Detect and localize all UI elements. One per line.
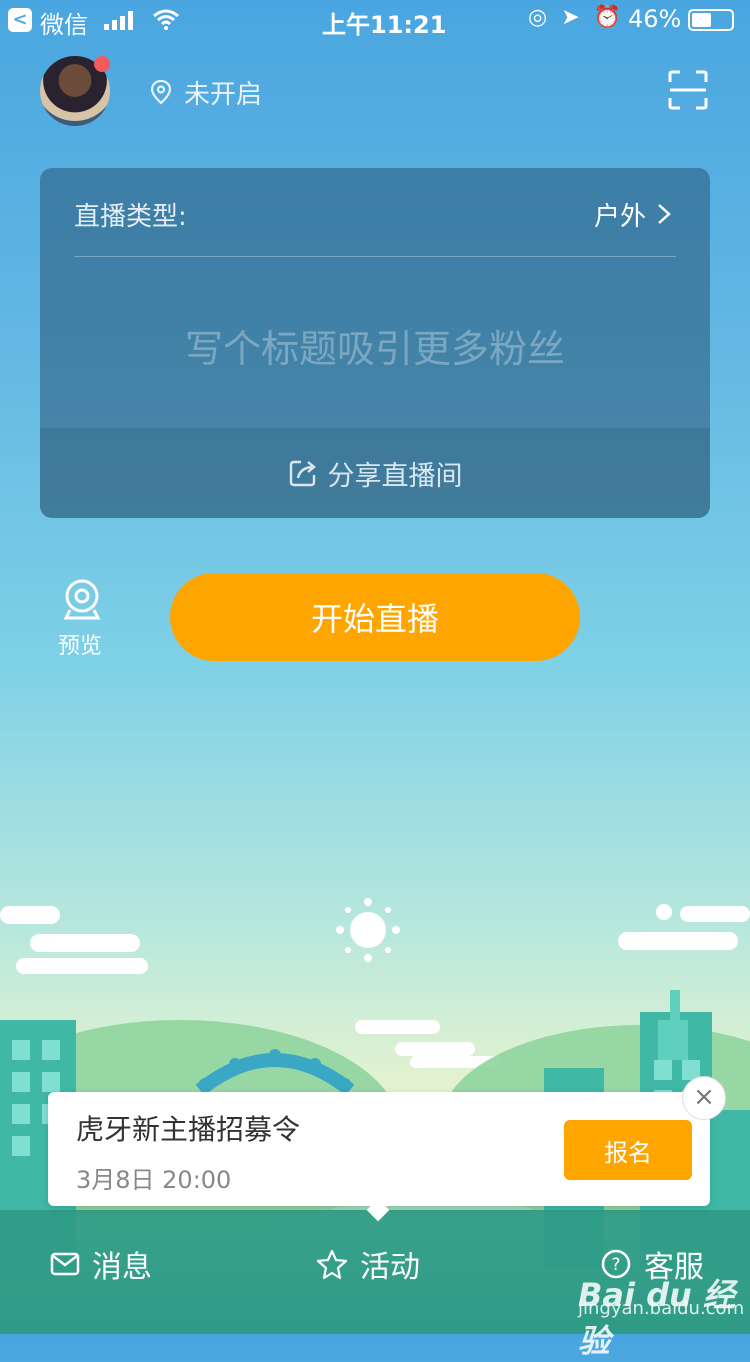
share-room-button[interactable]: 分享直播间 <box>40 428 710 518</box>
recruit-popup: 虎牙新主播招募令 3月8日 20:00 报名 <box>48 1092 710 1206</box>
share-icon <box>289 460 316 487</box>
rotation-lock-icon: ◎ <box>528 5 562 30</box>
location-arrow-icon: ➤ <box>561 5 594 30</box>
back-icon[interactable]: < <box>8 8 32 32</box>
popup-title: 虎牙新主播招募令 <box>76 1113 301 1146</box>
clock-time: 上午11:21 <box>322 11 447 39</box>
nav-activity[interactable]: 活动 <box>316 1244 420 1285</box>
nav-activity-label: 活动 <box>360 1250 420 1285</box>
mail-icon <box>50 1252 80 1276</box>
chevron-right-icon <box>658 204 671 224</box>
camera-icon[interactable] <box>62 578 102 620</box>
baidu-watermark-url: jingyan.baidu.com <box>578 1298 745 1319</box>
title-input[interactable]: 写个标题吸引更多粉丝 <box>40 318 710 373</box>
nav-messages[interactable]: 消息 <box>50 1244 152 1285</box>
nav-messages-label: 消息 <box>92 1250 152 1285</box>
battery-percent: 46% <box>628 5 682 33</box>
cloud-right <box>618 904 750 950</box>
live-type-value[interactable]: 户外 <box>594 196 646 233</box>
share-room-content: 分享直播间 <box>40 428 710 518</box>
location-icon[interactable] <box>148 79 174 105</box>
notification-dot <box>94 56 110 72</box>
location-status[interactable]: 未开启 <box>184 74 262 111</box>
close-icon[interactable]: × <box>682 1076 726 1120</box>
start-live-button[interactable]: 开始直播 <box>170 573 580 661</box>
live-setup-card: 直播类型: 户外 写个标题吸引更多粉丝 分享直播间 <box>40 168 710 518</box>
battery-fill <box>692 13 711 27</box>
status-bar: < 微信 上午11:21 ◎➤⏰ 46% <box>0 0 750 40</box>
status-icons: ◎➤⏰ <box>528 5 635 30</box>
popup-date: 3月8日 20:00 <box>76 1166 232 1194</box>
scan-icon[interactable] <box>668 70 708 110</box>
signal-icon <box>104 11 133 30</box>
cloud-center <box>355 1020 500 1068</box>
wifi-icon <box>153 9 179 30</box>
live-type-label: 直播类型: <box>74 202 187 232</box>
live-type-row[interactable]: 直播类型: 户外 <box>74 196 676 257</box>
preview-label[interactable]: 预览 <box>58 628 102 660</box>
cloud-left <box>0 906 148 974</box>
share-room-label: 分享直播间 <box>327 460 463 492</box>
signup-button[interactable]: 报名 <box>564 1120 692 1180</box>
star-icon <box>316 1249 348 1280</box>
sun-icon <box>336 898 400 962</box>
carrier-label: 微信 <box>40 11 88 39</box>
